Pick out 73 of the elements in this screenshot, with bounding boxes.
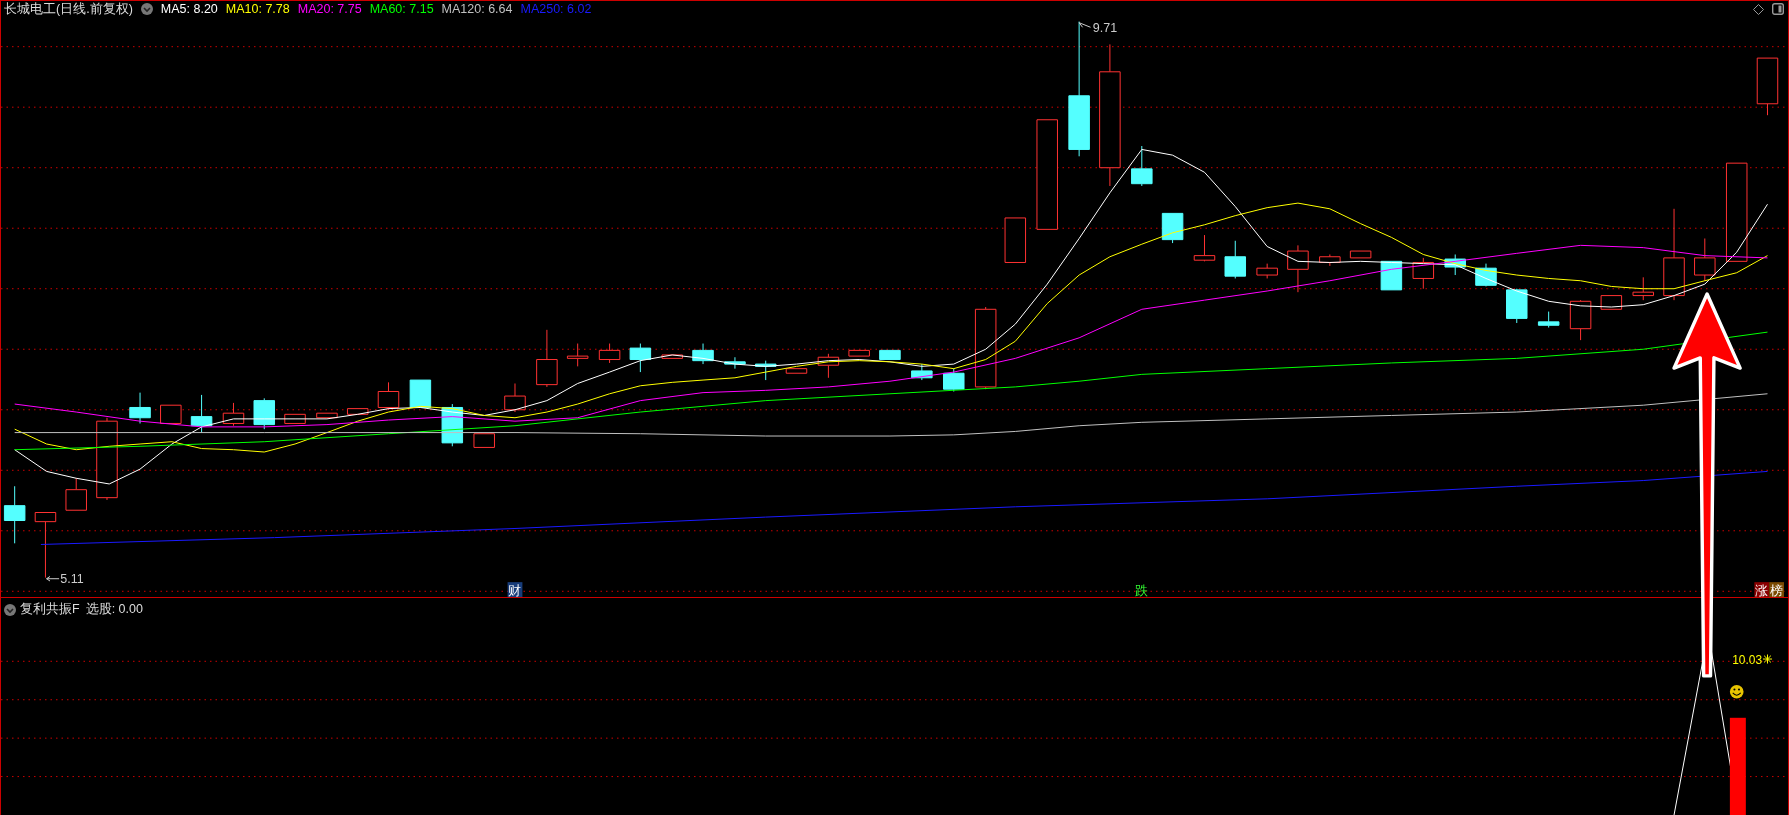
moving-average-legend: MA250: 6.02 [520,1,592,17]
candlestick [817,353,840,379]
sparkle-icon [1762,654,1773,665]
candlestick [1412,257,1435,290]
indicator-reading: 选股: 0.00 [85,602,143,617]
candlestick [65,477,87,511]
indicator-name: 复利共振F [20,602,80,617]
candlestick [1380,260,1403,291]
finance-tag[interactable]: 财 [507,582,523,597]
candlestick [1193,234,1216,262]
high-price-label: 9.71 [1092,20,1118,35]
moving-average-legend: MA60: 7.15 [369,1,434,17]
moving-average-legend: MA10: 7.78 [225,1,290,17]
candlestick [1349,250,1372,259]
candlestick [785,368,808,374]
candlestick [661,354,683,359]
candlestick [1224,240,1246,279]
candlestick [1287,244,1309,293]
candlestick [1694,238,1716,282]
candlestick [1632,276,1654,301]
candlestick [911,363,933,381]
candlestick [692,343,714,365]
leader-line [1078,22,1091,28]
candlestick [1506,288,1528,324]
candlestick [1444,254,1466,276]
candlestick [160,404,182,424]
candlestick [1537,311,1560,329]
rise-tag[interactable]: 涨 [1754,582,1770,597]
candlestick [629,343,652,373]
candlestick [316,412,338,419]
candlestick [943,368,965,392]
leader-line [46,575,60,582]
candlestick [129,392,151,424]
candlestick [1161,212,1184,244]
moving-average-legend: MA5: 8.20 [160,1,218,17]
candlestick [1004,217,1027,263]
panel-toggle-icon[interactable] [1772,3,1784,15]
candlestick [253,397,275,430]
candlestick [346,408,369,415]
candlestick [3,485,26,544]
candlestick [879,349,901,360]
candlestick [724,356,746,370]
dropdown-icon[interactable] [4,603,16,616]
diamond-icon[interactable] [1753,3,1764,15]
candlestick [536,329,558,388]
candlestick [409,379,432,408]
candlestick [1600,295,1623,310]
list-tag[interactable]: 榜 [1769,582,1784,597]
smiley-icon [1729,685,1744,699]
candlestick [1756,57,1779,116]
candlestick [598,343,621,364]
drop-tag[interactable]: 跌 [1135,582,1149,597]
stock-title: 长城电工(日线.前复权) [4,1,133,17]
moving-average-legend: MA20: 7.75 [297,1,362,17]
candlestick [566,343,589,367]
candlestick [504,383,526,413]
candlestick [1569,299,1592,341]
candlestick [754,360,777,381]
candlestick [34,512,57,579]
candlestick [848,349,870,357]
candlestick [284,413,306,424]
candlestick [222,402,245,427]
low-price-label: 5.11 [60,572,84,587]
candlestick [473,433,495,448]
candlestick [1256,263,1278,279]
candlestick [1131,145,1153,187]
indicator-value-label: 10.03 [1732,652,1763,667]
candlestick [377,381,400,411]
candlestick [1475,263,1497,287]
candlestick [1319,254,1341,267]
dropdown-icon[interactable] [140,3,153,15]
moving-average-legend: MA120: 6.64 [441,1,513,17]
candlestick [190,394,213,434]
